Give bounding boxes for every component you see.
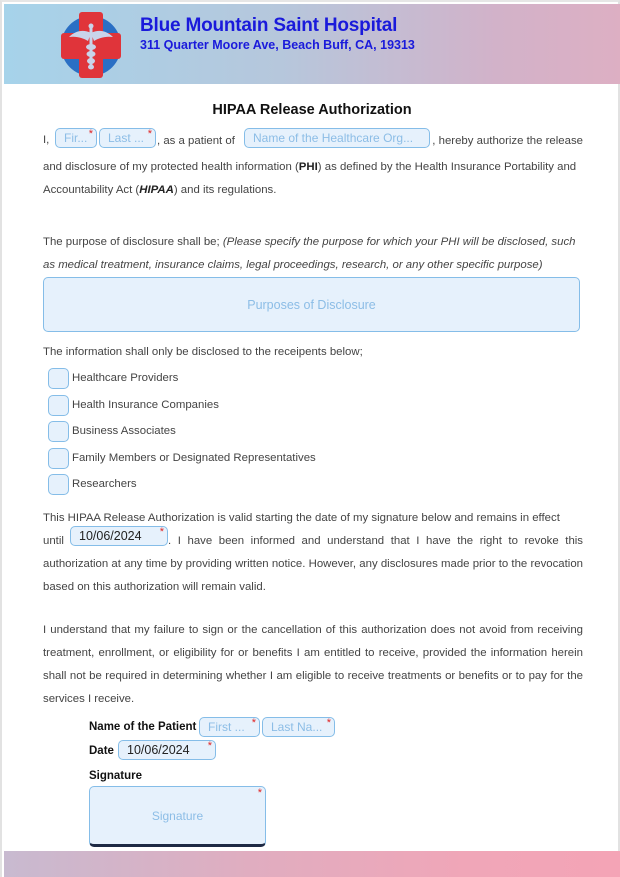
- intro-line-2: and disclosure of my protected health in…: [43, 156, 583, 179]
- medical-cross-caduceus-icon: [61, 12, 121, 78]
- intro-first-name-input[interactable]: Fir... *: [55, 128, 97, 148]
- required-mark: *: [147, 128, 152, 140]
- option-label: Healthcare Providers: [72, 372, 179, 384]
- recipient-option[interactable]: Family Members or Designated Representat…: [48, 447, 316, 469]
- signature-pad[interactable]: Signature *: [89, 786, 266, 847]
- recipients-lead: The information shall only be disclosed …: [43, 346, 363, 358]
- hipaa-term: HIPAA: [139, 184, 174, 196]
- checkbox[interactable]: [48, 447, 69, 469]
- checkbox[interactable]: [48, 394, 69, 416]
- intro-prefix: I,: [43, 134, 50, 146]
- recipient-option[interactable]: Researchers: [48, 473, 137, 495]
- intro-last-name-input[interactable]: Last ... *: [99, 128, 156, 148]
- required-mark: *: [257, 787, 262, 799]
- option-label: Health Insurance Companies: [72, 399, 219, 411]
- signature-label: Signature: [89, 770, 143, 782]
- patient-last-name-input[interactable]: Last Na... *: [262, 717, 335, 737]
- hospital-address: 311 Quarter Moore Ave, Beach Buff, CA, 1…: [140, 38, 415, 52]
- last-name-placeholder: Last Na...: [271, 720, 323, 734]
- checkbox[interactable]: [48, 473, 69, 495]
- intro-suffix-text: , hereby authorize the release: [432, 135, 583, 147]
- required-mark: *: [207, 740, 212, 752]
- signature-date-input[interactable]: 10/06/2024 *: [118, 740, 216, 760]
- purpose-text: The purpose of disclosure shall be; (Ple…: [43, 231, 583, 277]
- recipient-option[interactable]: Health Insurance Companies: [48, 394, 219, 416]
- date-label: Date: [89, 745, 114, 757]
- intro-text: Accountability Act (: [43, 184, 140, 196]
- option-label: Family Members or Designated Representat…: [72, 452, 316, 464]
- form-title: HIPAA Release Authorization: [212, 102, 412, 118]
- hospital-name: Blue Mountain Saint Hospital: [140, 15, 398, 36]
- purpose-placeholder: Purposes of Disclosure: [247, 297, 376, 312]
- healthcare-org-input[interactable]: Name of the Healthcare Org...: [244, 128, 430, 148]
- last-name-placeholder: Last ...: [108, 131, 145, 145]
- patient-first-name-input[interactable]: First ... *: [199, 717, 260, 737]
- checkbox[interactable]: [48, 420, 69, 442]
- validity-rest: . I have been informed and understand th…: [43, 535, 583, 593]
- footer-banner: [4, 851, 620, 877]
- understanding-text: I understand that my failure to sign or …: [43, 624, 583, 705]
- first-name-placeholder: Fir...: [64, 131, 88, 145]
- checkbox[interactable]: [48, 367, 69, 389]
- form-page: Blue Mountain Saint Hospital 311 Quarter…: [0, 0, 620, 877]
- recipient-option[interactable]: Business Associates: [48, 420, 176, 442]
- required-mark: *: [251, 717, 256, 729]
- phi-term: PHI: [298, 161, 318, 173]
- org-placeholder: Name of the Healthcare Org...: [253, 131, 414, 145]
- first-name-placeholder: First ...: [208, 720, 245, 734]
- intro-text: and disclosure of my protected health in…: [43, 161, 299, 173]
- intro-text: ) and its regulations.: [173, 184, 277, 196]
- date-value: 10/06/2024: [127, 743, 190, 757]
- signature-placeholder: Signature: [151, 808, 204, 823]
- option-label: Researchers: [72, 478, 137, 490]
- required-mark: *: [326, 717, 331, 729]
- required-mark: *: [88, 128, 93, 140]
- header-banner: Blue Mountain Saint Hospital 311 Quarter…: [4, 4, 620, 84]
- intro-line-3: Accountability Act (HIPAA) and its regul…: [43, 179, 583, 202]
- intro-text: ) as defined by the Health Insurance Por…: [317, 161, 577, 173]
- patient-name-label: Name of the Patient: [89, 721, 197, 733]
- recipient-option[interactable]: Healthcare Providers: [48, 367, 178, 389]
- intro-mid-text: , as a patient of: [157, 135, 235, 147]
- option-label: Business Associates: [72, 425, 176, 437]
- purposes-of-disclosure-input[interactable]: Purposes of Disclosure: [43, 277, 580, 332]
- purpose-lead: The purpose of disclosure shall be;: [43, 236, 220, 248]
